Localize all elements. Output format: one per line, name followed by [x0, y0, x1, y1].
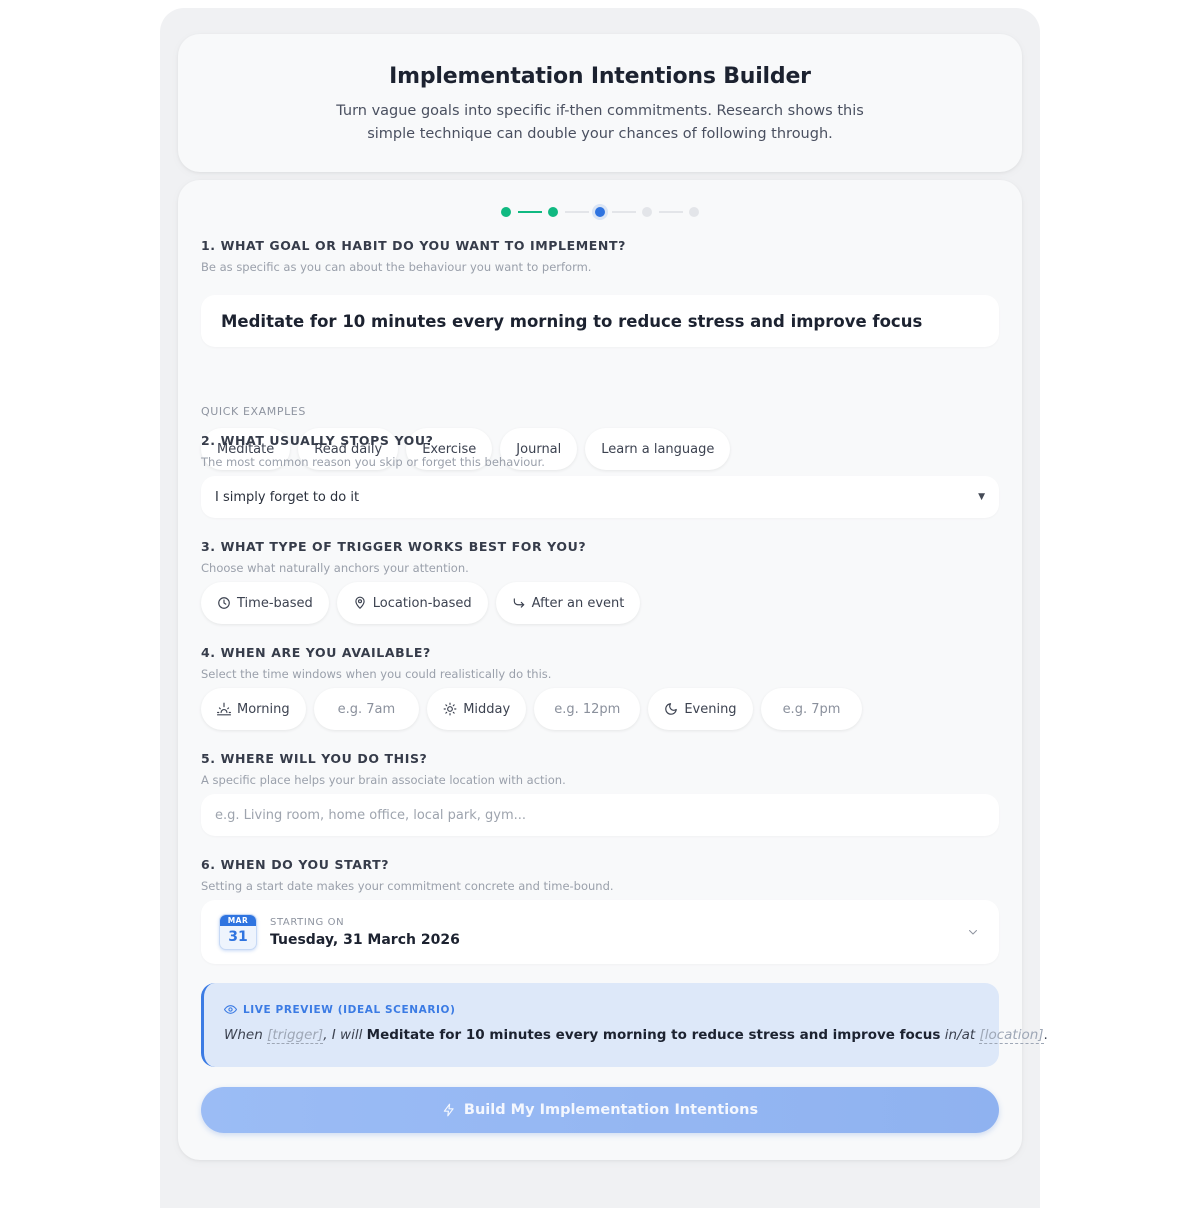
start-date-hint: Setting a start date makes your commitme…: [201, 879, 614, 893]
obstacle-select[interactable]: I simply forget to do it ▼: [201, 476, 999, 518]
live-preview-label: LIVE PREVIEW (IDEAL SCENARIO): [224, 1003, 456, 1016]
build-button-label: Build My Implementation Intentions: [463, 1102, 759, 1118]
step-dot-1: [501, 207, 511, 217]
window-evening[interactable]: Evening: [648, 688, 753, 730]
location-hint: A specific place helps your brain associ…: [201, 773, 566, 787]
start-date-section: 6. When do you start? Setting a start da…: [201, 857, 999, 964]
build-button[interactable]: Build My Implementation Intentions: [201, 1087, 999, 1133]
goal-input[interactable]: Meditate for 10 minutes every morning to…: [201, 295, 999, 347]
location-question: 5. Where will you do this?: [201, 751, 428, 766]
availability-options: Morning e.g. 7am Midday e.g. 12pm Evenin…: [201, 688, 863, 730]
preview-period: .: [1043, 1027, 1048, 1043]
step-dot-2: [548, 207, 558, 217]
quick-examples-label: QUICK EXAMPLES: [201, 405, 306, 418]
window-midday[interactable]: Midday: [427, 688, 527, 730]
preview-sentence: When [trigger], I will Meditate for 10 m…: [224, 1027, 1048, 1044]
corner-arrow-icon: [513, 598, 524, 608]
obstacle-selected-value: I simply forget to do it: [215, 489, 360, 505]
availability-hint: Select the time windows when you could r…: [201, 667, 552, 681]
trigger-options: Time-based Location-based After an event: [201, 582, 641, 624]
preview-goal: Meditate for 10 minutes every morning to…: [366, 1027, 941, 1043]
lightning-icon: [443, 1103, 454, 1117]
trigger-hint: Choose what naturally anchors your atten…: [201, 561, 469, 575]
evening-time-input[interactable]: e.g. 7pm: [760, 688, 863, 730]
step-dot-5: [689, 207, 699, 217]
trigger-event-label: After an event: [531, 595, 625, 611]
trigger-location-based[interactable]: Location-based: [336, 582, 488, 624]
moon-icon: [665, 703, 678, 715]
clock-icon: [218, 597, 230, 609]
trigger-placeholder: [trigger]: [267, 1027, 324, 1044]
page-title: Implementation Intentions Builder: [389, 64, 811, 89]
obstacle-section: 2. What usually stops you? The most comm…: [201, 433, 999, 518]
step-dot-4: [642, 207, 652, 217]
obstacle-hint: The most common reason you skip or forge…: [201, 455, 545, 469]
obstacle-question: 2. What usually stops you?: [201, 433, 434, 448]
step-dot-3: [595, 207, 605, 217]
sun-icon: [443, 702, 457, 716]
trigger-location-label: Location-based: [372, 595, 472, 611]
location-section: 5. Where will you do this? A specific pl…: [201, 751, 999, 836]
window-midday-label: Midday: [463, 701, 511, 717]
window-morning-label: Morning: [237, 701, 290, 717]
sunrise-icon: [217, 702, 231, 716]
goal-hint: Be as specific as you can about the beha…: [201, 260, 592, 274]
start-date-text: STARTING ON Tuesday, 31 March 2026: [270, 917, 460, 948]
form-card: 1. What goal or habit do you want to imp…: [178, 180, 1048, 1160]
chevron-down-icon: [969, 930, 977, 935]
map-pin-icon: [355, 596, 365, 610]
progress-stepper: [178, 207, 1022, 217]
step-line-4: [659, 211, 683, 213]
trigger-section: 3. What type of trigger works best for y…: [201, 539, 999, 624]
live-preview: LIVE PREVIEW (IDEAL SCENARIO) When [trig…: [201, 983, 1048, 1067]
caret-down-icon: ▼: [978, 492, 985, 502]
trigger-time-label: Time-based: [237, 595, 313, 611]
availability-question: 4. When are you available?: [201, 645, 431, 660]
step-line-1: [518, 211, 542, 213]
step-line-2: [565, 211, 589, 213]
availability-section: 4. When are you available? Select the ti…: [201, 645, 999, 730]
start-date-value: Tuesday, 31 March 2026: [270, 931, 460, 948]
trigger-question: 3. What type of trigger works best for y…: [201, 539, 587, 554]
calendar-day: 31: [228, 929, 248, 945]
location-input[interactable]: e.g. Living room, home office, local par…: [201, 794, 999, 836]
location-placeholder: [location]: [979, 1027, 1044, 1044]
starting-on-label: STARTING ON: [270, 916, 345, 928]
morning-time-input[interactable]: e.g. 7am: [313, 688, 420, 730]
eye-icon: [224, 1005, 237, 1014]
window-evening-label: Evening: [684, 701, 737, 717]
window-morning[interactable]: Morning: [201, 688, 306, 730]
start-date-question: 6. When do you start?: [201, 857, 390, 872]
calendar-icon: MAR 31: [219, 914, 257, 950]
preview-when: When: [224, 1027, 263, 1043]
trigger-after-event[interactable]: After an event: [495, 582, 641, 624]
header-card: Implementation Intentions Builder Turn v…: [178, 34, 1022, 172]
goal-question: 1. What goal or habit do you want to imp…: [201, 238, 626, 253]
live-preview-title: LIVE PREVIEW (IDEAL SCENARIO): [243, 1003, 456, 1016]
trigger-time-based[interactable]: Time-based: [201, 582, 329, 624]
preview-in-at: in/at: [944, 1027, 976, 1043]
start-date-picker[interactable]: MAR 31 STARTING ON Tuesday, 31 March 202…: [201, 900, 999, 964]
step-line-3: [612, 211, 636, 213]
calendar-month: MAR: [220, 915, 256, 926]
preview-i-will: , I will: [323, 1027, 363, 1043]
page-subtitle: Turn vague goals into specific if-then c…: [336, 103, 864, 142]
goal-section: 1. What goal or habit do you want to imp…: [201, 238, 999, 470]
midday-time-input[interactable]: e.g. 12pm: [534, 688, 641, 730]
